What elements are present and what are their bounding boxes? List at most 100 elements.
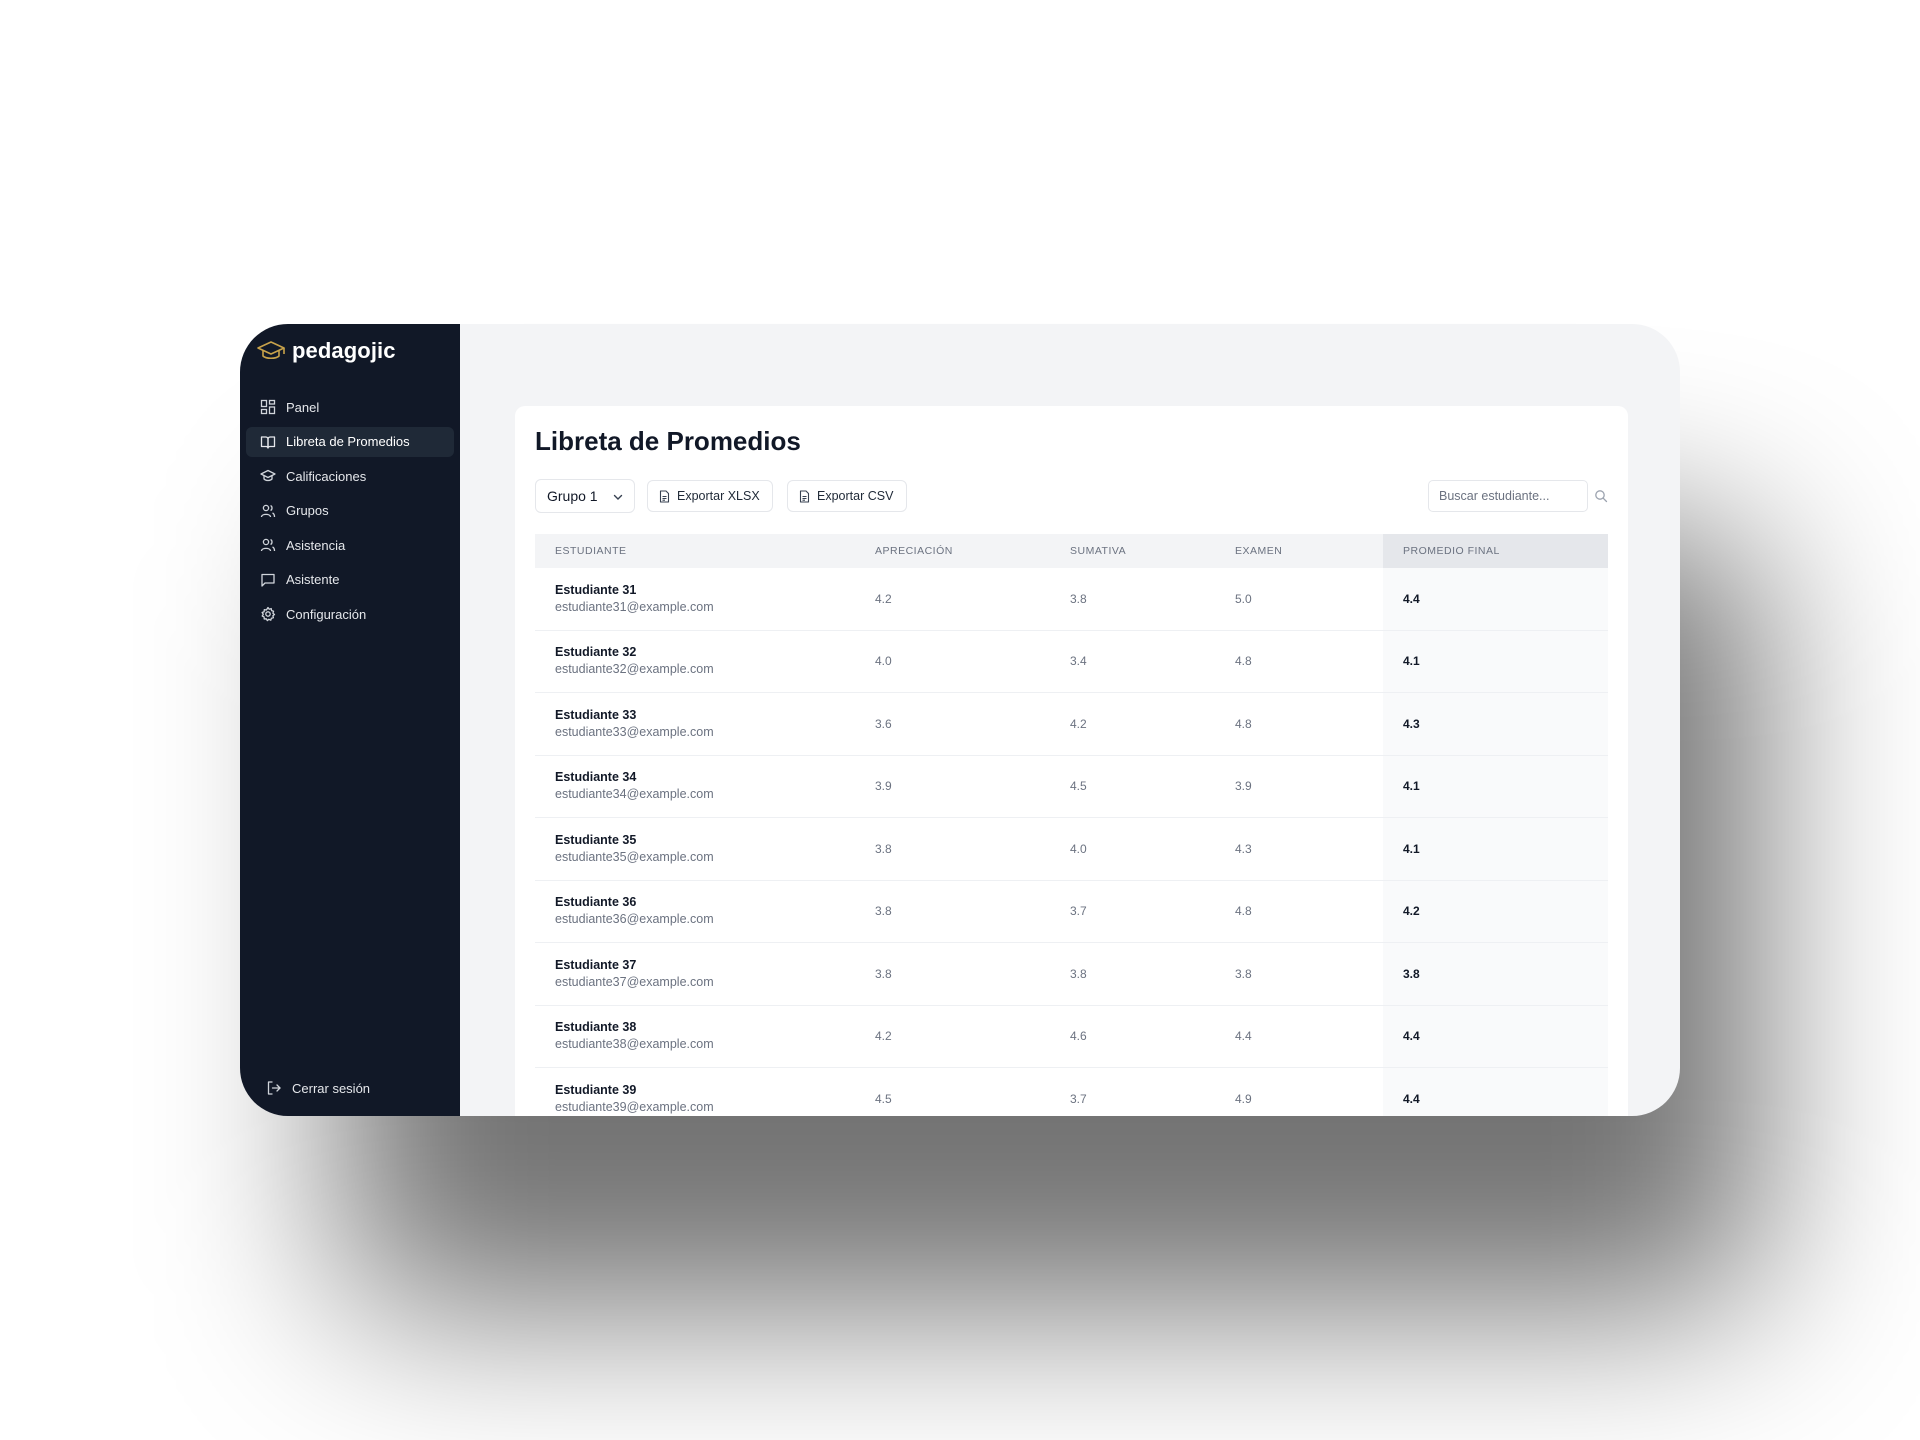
student-email: estudiante39@example.com — [555, 1099, 714, 1114]
header-examen[interactable]: EXAMEN — [1235, 545, 1383, 557]
sidebar-item-panel[interactable]: Panel — [246, 392, 454, 422]
student-name: Estudiante 33 — [555, 707, 637, 722]
sumativa-cell: 3.7 — [1070, 904, 1087, 919]
export-csv-label: Exportar CSV — [817, 489, 894, 503]
table-row[interactable]: Estudiante 32 estudiante32@example.com 4.0… — [535, 630, 1608, 693]
header-promedio-final[interactable]: PROMEDIO FINAL — [1383, 534, 1608, 568]
logo[interactable]: pedagojic — [256, 338, 396, 364]
sidebar-item-label: Asistente — [286, 572, 340, 587]
student-cell: Estudiante 39 estudiante39@example.com — [535, 1082, 875, 1116]
search-icon[interactable] — [1594, 489, 1608, 503]
student-email: estudiante32@example.com — [555, 662, 714, 677]
promedio-final-cell: 4.1 — [1383, 630, 1608, 692]
users-icon — [260, 538, 276, 552]
file-icon — [799, 489, 810, 503]
student-email: estudiante38@example.com — [555, 1037, 714, 1052]
sidebar-item-grupos[interactable]: Grupos — [246, 496, 454, 526]
grades-table: ESTUDIANTE APRECIACIÓN SUMATIVA EXAMEN P… — [535, 534, 1608, 1116]
examen-cell: 4.8 — [1235, 716, 1252, 731]
sidebar-item-configuracion[interactable]: Configuración — [246, 599, 454, 629]
examen-cell: 3.8 — [1235, 966, 1252, 981]
sumativa-cell: 3.8 — [1070, 591, 1087, 606]
header-sumativa[interactable]: SUMATIVA — [1070, 545, 1235, 557]
file-icon — [659, 489, 670, 503]
table-row[interactable]: Estudiante 35 estudiante35@example.com 3.8… — [535, 818, 1608, 881]
sidebar-item-label: Calificaciones — [286, 468, 367, 484]
student-email: estudiante37@example.com — [555, 974, 714, 989]
header-estudiante[interactable]: ESTUDIANTE — [535, 545, 875, 557]
sidebar-item-label: Asistencia — [286, 537, 346, 553]
student-cell: Estudiante 31 estudiante31@example.com — [535, 582, 875, 616]
examen-cell: 5.0 — [1235, 591, 1252, 606]
sidebar-nav: Panel Libreta de Promedios Calificacione… — [246, 392, 454, 634]
student-email: estudiante33@example.com — [555, 724, 714, 739]
message-square-icon — [261, 573, 275, 587]
book-open-icon — [260, 435, 276, 449]
table-row[interactable]: Estudiante 34 estudiante34@example.com 3.9… — [535, 755, 1608, 818]
student-name: Estudiante 39 — [555, 1082, 637, 1097]
sumativa-cell: 3.7 — [1070, 1091, 1087, 1106]
table-row[interactable]: Estudiante 38 estudiante38@example.com 4.2… — [535, 1005, 1608, 1068]
page-title: Libreta de Promedios — [535, 426, 801, 456]
logout-icon — [267, 1081, 281, 1095]
promedio-final-cell: 4.2 — [1383, 880, 1608, 942]
student-email: estudiante31@example.com — [555, 599, 714, 614]
app-window: pedagojic Panel Libreta de Promedios Cal… — [240, 324, 1680, 1116]
student-name: Estudiante 36 — [555, 895, 637, 910]
examen-cell: 4.4 — [1235, 1029, 1252, 1044]
sidebar-item-calificaciones[interactable]: Calificaciones — [246, 461, 454, 491]
sidebar-item-label: Configuración — [286, 606, 367, 622]
student-cell: Estudiante 36 estudiante36@example.com — [535, 894, 875, 928]
table-row[interactable]: Estudiante 39 estudiante39@example.com 4.5… — [535, 1068, 1608, 1116]
promedio-final-cell: 3.8 — [1383, 943, 1608, 1005]
student-email: estudiante36@example.com — [555, 912, 714, 927]
apreciacion-cell: 4.0 — [875, 654, 892, 669]
table-body: Estudiante 31 estudiante31@example.com 4.2… — [535, 568, 1608, 1116]
apreciacion-cell: 3.9 — [875, 779, 892, 794]
student-name: Estudiante 34 — [555, 770, 637, 785]
table-header: ESTUDIANTE APRECIACIÓN SUMATIVA EXAMEN P… — [535, 534, 1608, 568]
header-apreciacion[interactable]: APRECIACIÓN — [875, 545, 1070, 557]
logout-button[interactable]: Cerrar sesión — [266, 1080, 370, 1096]
apreciacion-cell: 4.5 — [875, 1091, 892, 1106]
export-xlsx-button[interactable]: Exportar XLSX — [647, 480, 773, 512]
sidebar-item-asistente[interactable]: Asistente — [246, 565, 454, 595]
table-row[interactable]: Estudiante 33 estudiante33@example.com 3.6… — [535, 693, 1608, 756]
sumativa-cell: 4.6 — [1070, 1029, 1087, 1044]
graduation-cap-icon — [260, 469, 276, 482]
student-cell: Estudiante 37 estudiante37@example.com — [535, 957, 875, 991]
sumativa-cell: 4.2 — [1070, 716, 1087, 731]
sidebar: pedagojic Panel Libreta de Promedios Cal… — [240, 324, 460, 1116]
examen-cell: 4.8 — [1235, 654, 1252, 669]
sumativa-cell: 4.0 — [1070, 841, 1087, 856]
apreciacion-cell: 3.8 — [875, 904, 892, 919]
sumativa-cell: 3.4 — [1070, 654, 1087, 669]
examen-cell: 4.8 — [1235, 904, 1252, 919]
student-name: Estudiante 32 — [555, 645, 637, 660]
sidebar-item-label: Libreta de Promedios — [286, 434, 410, 449]
chevron-down-icon — [613, 494, 623, 500]
student-email: estudiante35@example.com — [555, 849, 714, 864]
sidebar-item-libreta[interactable]: Libreta de Promedios — [246, 426, 454, 457]
student-name: Estudiante 37 — [555, 957, 637, 972]
examen-cell: 4.9 — [1235, 1091, 1252, 1106]
table-row[interactable]: Estudiante 31 estudiante31@example.com 4.2… — [535, 568, 1608, 631]
search-input[interactable] — [1428, 480, 1588, 512]
student-name: Estudiante 31 — [555, 582, 637, 597]
export-xlsx-label: Exportar XLSX — [677, 489, 760, 503]
student-cell: Estudiante 38 estudiante38@example.com — [535, 1019, 875, 1053]
promedio-final-cell: 4.1 — [1383, 818, 1608, 880]
table-row[interactable]: Estudiante 36 estudiante36@example.com 3.8… — [535, 880, 1608, 943]
apreciacion-cell: 4.2 — [875, 591, 892, 606]
apreciacion-cell: 3.8 — [875, 966, 892, 981]
promedio-final-cell: 4.4 — [1383, 1005, 1608, 1067]
main-content: Libreta de Promedios Grupo 1 Exportar XL… — [460, 324, 1680, 1116]
group-select[interactable]: Grupo 1 — [535, 479, 635, 513]
sidebar-item-asistencia[interactable]: Asistencia — [246, 530, 454, 560]
student-cell: Estudiante 32 estudiante32@example.com — [535, 644, 875, 678]
logout-label: Cerrar sesión — [292, 1080, 371, 1096]
app-name: pedagojic — [292, 338, 396, 363]
student-cell: Estudiante 33 estudiante33@example.com — [535, 707, 875, 741]
table-row[interactable]: Estudiante 37 estudiante37@example.com 3.8… — [535, 943, 1608, 1006]
export-csv-button[interactable]: Exportar CSV — [787, 480, 907, 512]
